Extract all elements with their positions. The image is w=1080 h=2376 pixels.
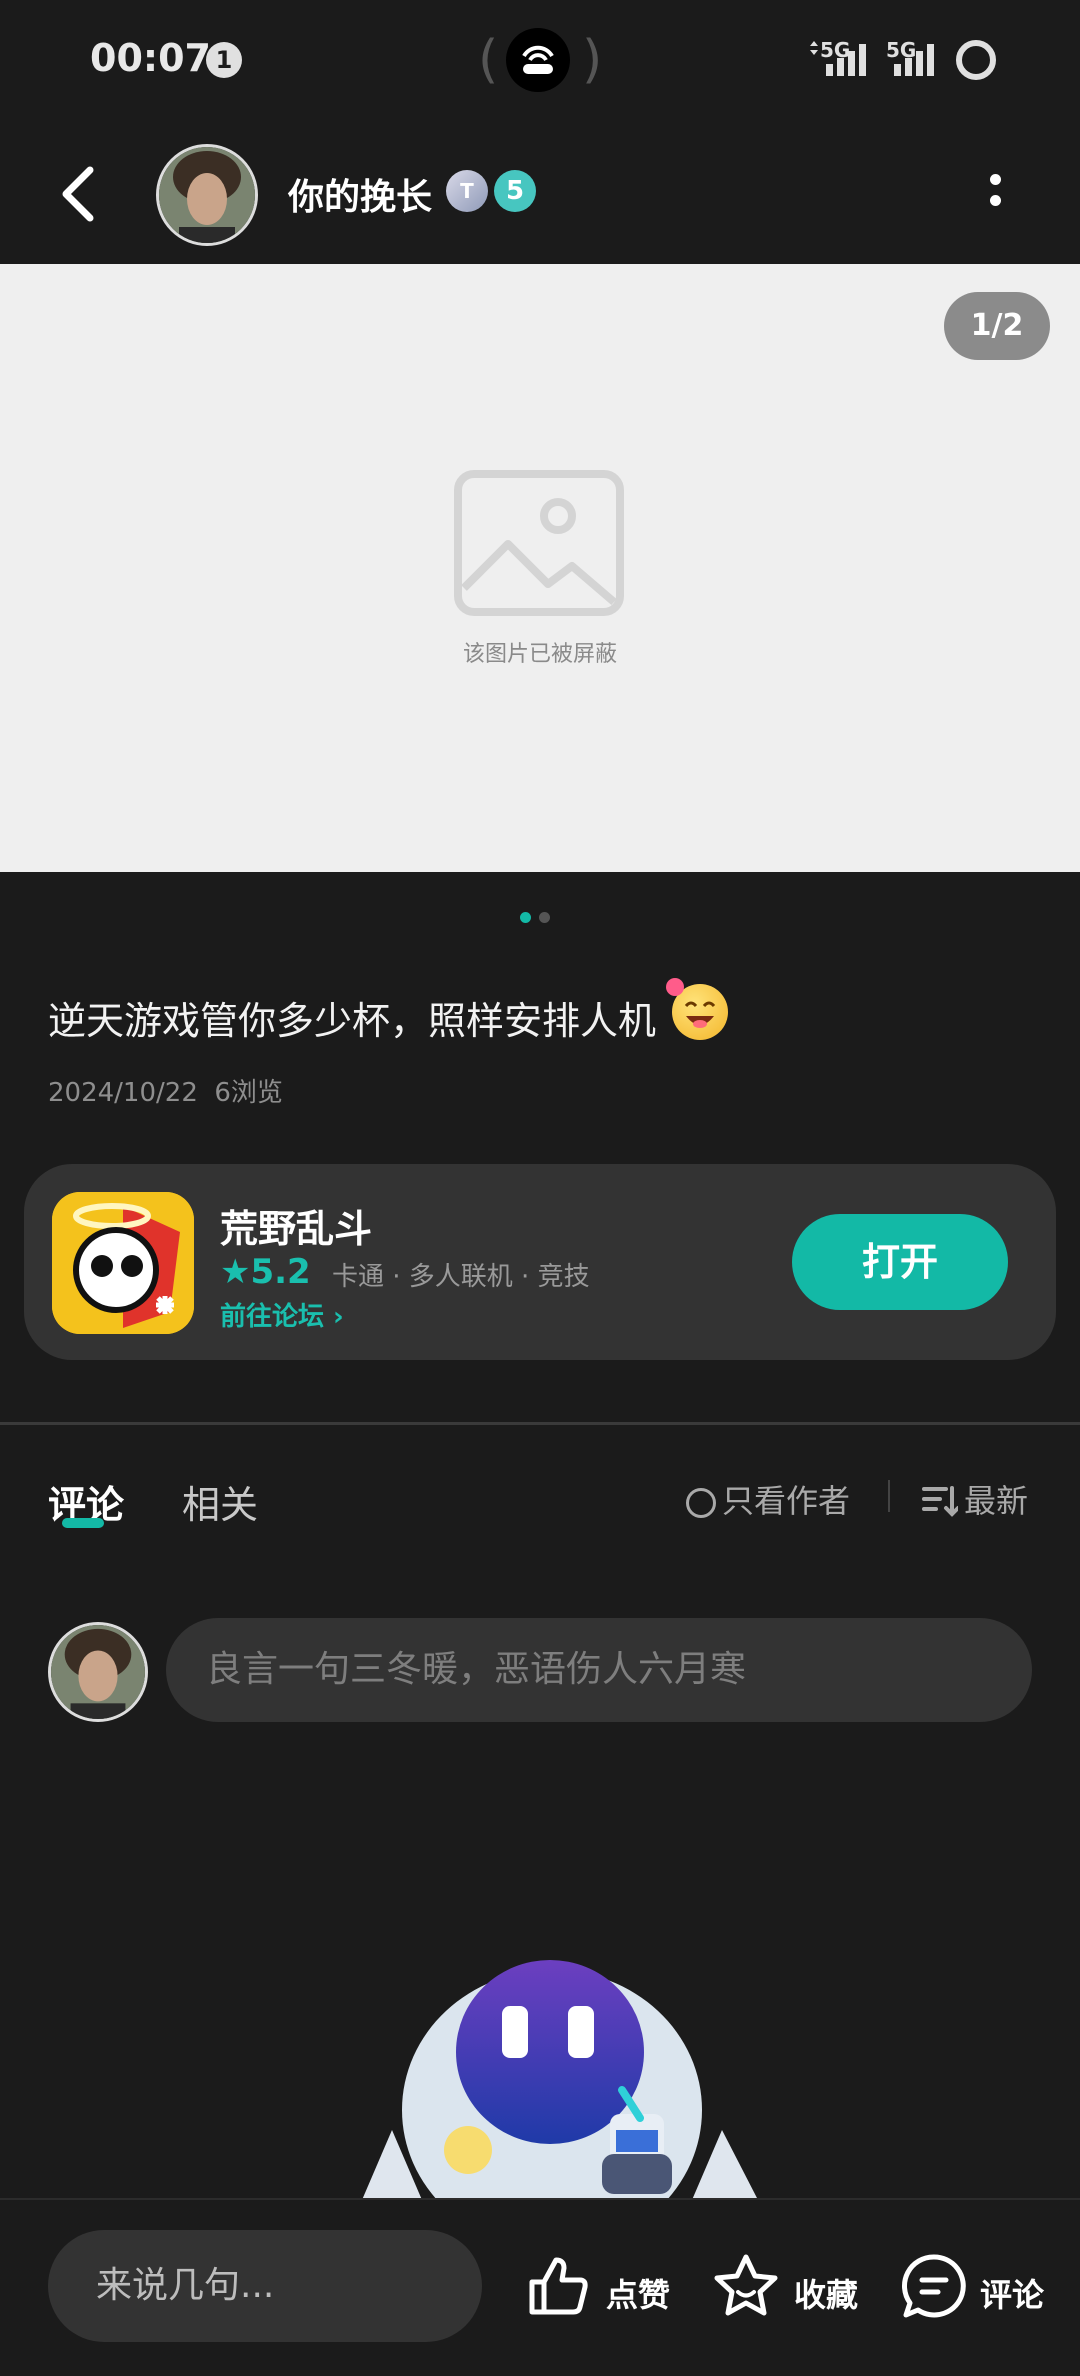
image-counter: 1/2 [944,292,1050,360]
post-text: 逆天游戏管你多少杯，照样安排人机 [48,999,657,1043]
radio-circle-icon [686,1488,716,1518]
filter-separator [888,1480,890,1512]
active-tab-indicator [62,1518,104,1528]
go-to-forum-link[interactable]: 前往论坛 › [220,1296,344,1333]
author-name[interactable]: 你的挽长 [288,168,432,220]
sort-icon [922,1486,960,1517]
section-divider [0,1422,1080,1425]
carousel-dot [539,912,550,923]
user-avatar[interactable] [48,1622,148,1722]
back-arrow-icon[interactable] [56,164,104,224]
astronaut-mascot-illustration [362,1960,758,2200]
game-name[interactable]: 荒野乱斗 [220,1198,372,1253]
favorite-label: 收藏 [794,2276,859,2314]
rank-badge-icon: 5 [494,170,536,212]
sort-label: 最新 [964,1482,1029,1520]
battery-ring-icon [956,40,996,80]
tab-related[interactable]: 相关 [182,1474,258,1529]
favorite-button[interactable]: 收藏 [712,2252,858,2322]
carousel-dot-active [520,912,531,923]
only-author-toggle[interactable]: 只看作者 [686,1476,850,1522]
author-avatar[interactable] [156,144,258,246]
signal-icon-1: 5G [806,38,876,78]
blocked-image-icon [454,470,624,616]
comment-bubble-icon [902,2254,966,2318]
blocked-image-text: 该图片已被屏蔽 [462,642,617,667]
only-author-label: 只看作者 [722,1482,851,1520]
status-time: 00:07 [90,36,211,80]
carousel-indicator [520,908,558,927]
hotspot-icon [506,28,570,92]
like-label: 点赞 [606,2276,671,2314]
dynamic-island: ( ) [478,24,602,94]
more-options-icon[interactable] [980,168,1010,228]
comment-label: 评论 [980,2276,1045,2314]
thumbs-up-icon [529,2257,588,2315]
post-views: 6浏览 [214,1078,283,1108]
game-tags: 卡通 · 多人联机 · 竞技 [332,1262,590,1292]
comment-input[interactable]: 良言一句三冬暖，恶语伤人六月寒 [166,1618,1032,1722]
island-right-bracket: ) [582,30,603,90]
sort-latest-button[interactable]: 最新 [922,1476,1028,1522]
notification-count-badge: 1 [206,42,242,78]
open-game-button[interactable]: 打开 [792,1214,1008,1310]
game-app-icon[interactable] [52,1192,194,1334]
star-icon [714,2254,778,2316]
like-button[interactable]: 点赞 [526,2252,672,2322]
smiling-face-emoji-icon [666,978,728,1040]
level-badge-icon: T [446,170,488,212]
signal-icon-2: 5G [886,38,942,78]
post-date: 2024/10/22 [48,1078,198,1108]
say-something-input[interactable]: 来说几句... [48,2230,482,2342]
comment-button[interactable]: 评论 [900,2252,1046,2322]
game-rating: ★5.2 [220,1252,311,1292]
post-meta: 2024/10/22 6浏览 [48,1072,283,1109]
island-left-bracket: ( [478,30,499,90]
